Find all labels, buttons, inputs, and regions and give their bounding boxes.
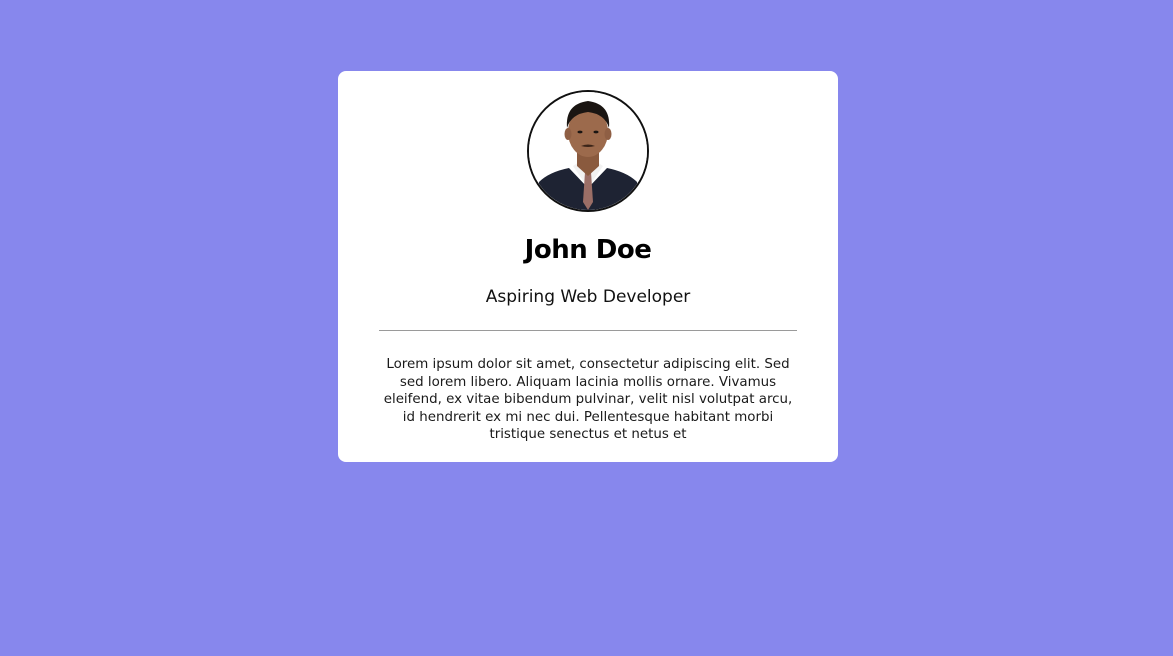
person-photo-icon — [529, 92, 647, 210]
profile-card: John Doe Aspiring Web Developer Lorem ip… — [338, 71, 838, 462]
profile-bio: Lorem ipsum dolor sit amet, consectetur … — [383, 357, 793, 443]
profile-name: John Doe — [524, 235, 652, 265]
profile-avatar — [527, 90, 649, 212]
divider — [379, 330, 797, 331]
profile-title: Aspiring Web Developer — [485, 287, 691, 307]
